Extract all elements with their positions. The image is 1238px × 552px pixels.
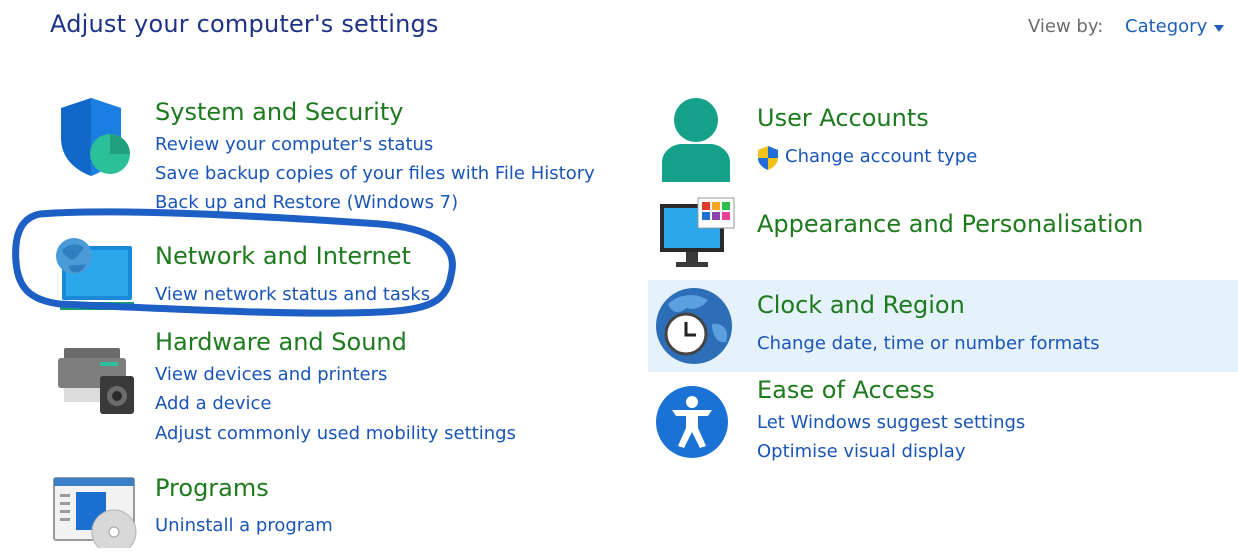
link-optimise-display[interactable]: Optimise visual display <box>757 441 965 462</box>
link-file-history[interactable]: Save backup copies of your files with Fi… <box>155 163 595 184</box>
link-network-status[interactable]: View network status and tasks <box>155 284 430 305</box>
category-system-security[interactable]: System and Security <box>155 98 403 126</box>
accessibility-icon[interactable] <box>654 382 730 466</box>
view-by-label: View by: <box>1028 16 1104 37</box>
clock-globe-icon[interactable] <box>652 284 738 372</box>
category-hardware-sound[interactable]: Hardware and Sound <box>155 328 407 356</box>
link-devices-printers[interactable]: View devices and printers <box>155 364 387 385</box>
link-mobility-settings[interactable]: Adjust commonly used mobility settings <box>155 423 516 444</box>
link-windows-suggest[interactable]: Let Windows suggest settings <box>757 412 1025 433</box>
category-clock-region[interactable]: Clock and Region <box>757 291 965 319</box>
printer-speaker-icon[interactable] <box>56 340 138 420</box>
link-uninstall-program[interactable]: Uninstall a program <box>155 515 333 536</box>
category-network-internet[interactable]: Network and Internet <box>155 242 411 270</box>
category-programs[interactable]: Programs <box>155 474 269 502</box>
uac-shield-icon <box>756 145 780 175</box>
category-user-accounts[interactable]: User Accounts <box>757 104 929 132</box>
chevron-down-icon[interactable] <box>1214 25 1224 32</box>
category-ease-of-access[interactable]: Ease of Access <box>757 376 935 404</box>
category-appearance[interactable]: Appearance and Personalisation <box>757 210 1143 238</box>
link-review-status[interactable]: Review your computer's status <box>155 134 433 155</box>
link-add-device[interactable]: Add a device <box>155 393 271 414</box>
link-backup-restore[interactable]: Back up and Restore (Windows 7) <box>155 192 458 213</box>
link-date-time-formats[interactable]: Change date, time or number formats <box>757 333 1100 354</box>
monitor-palette-icon[interactable] <box>658 196 740 276</box>
annotation-circle <box>12 208 456 317</box>
view-by-dropdown[interactable]: Category <box>1125 16 1207 37</box>
page-title: Adjust your computer's settings <box>50 10 439 38</box>
globe-monitor-icon[interactable] <box>52 234 136 316</box>
user-icon[interactable] <box>658 96 734 190</box>
shield-icon[interactable] <box>55 96 135 184</box>
programs-disc-icon[interactable] <box>52 476 138 552</box>
link-change-account-type[interactable]: Change account type <box>785 146 977 167</box>
